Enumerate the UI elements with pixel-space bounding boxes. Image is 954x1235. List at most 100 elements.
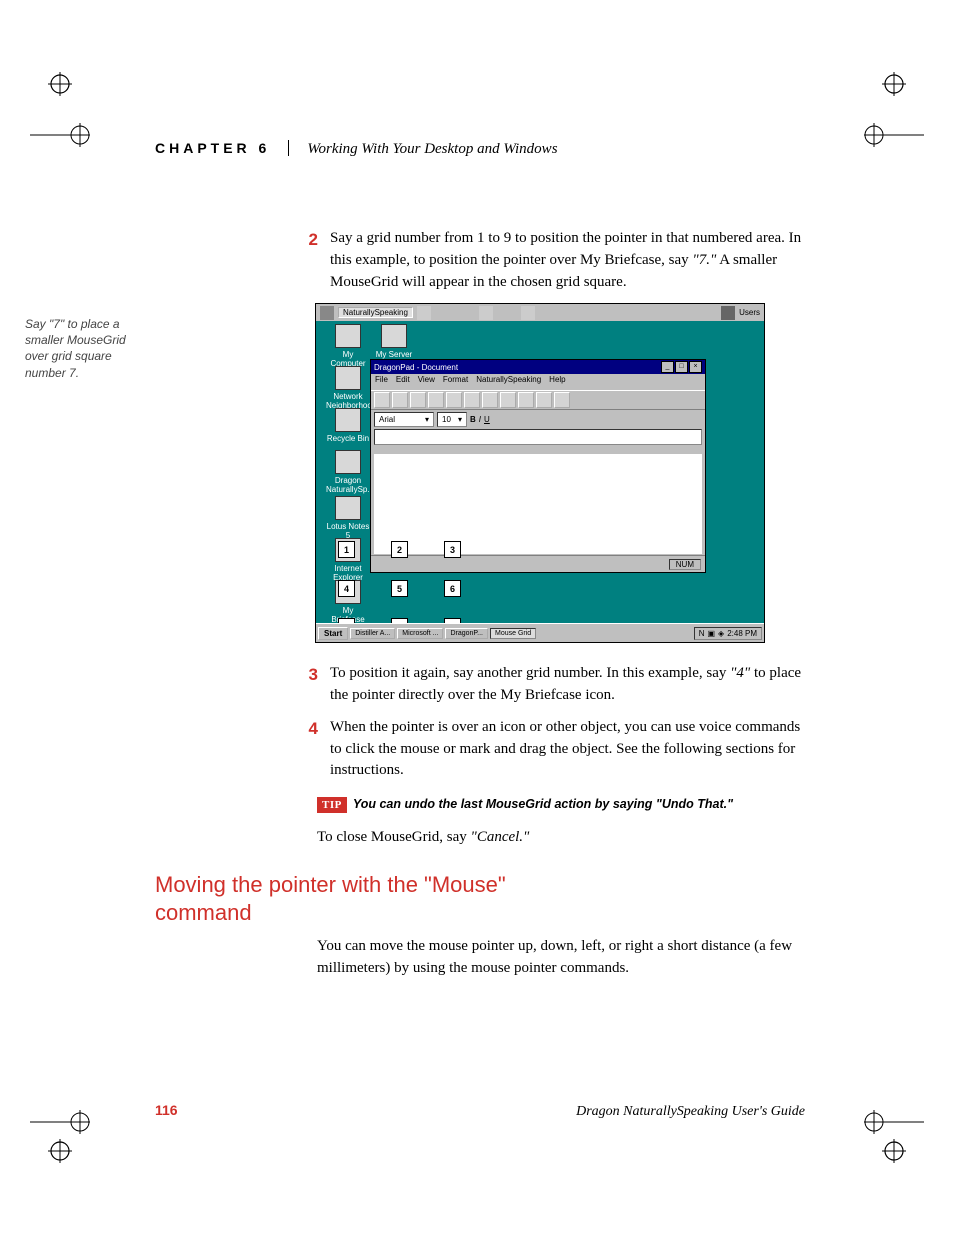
toolbar (371, 390, 705, 410)
num-indicator: NUM (669, 559, 701, 570)
icon-label: Dragon NaturallySp... (326, 476, 370, 494)
desktop-icon: Dragon NaturallySp... (326, 450, 370, 494)
mousegrid-cell-1: 1 (338, 541, 355, 558)
step-number: 4 (283, 717, 330, 782)
tray-icon (584, 627, 596, 639)
crop-mark-icon (48, 72, 72, 96)
crop-mark-icon (30, 1107, 90, 1137)
text: To position it again, say another grid n… (330, 665, 730, 681)
font-select: Arial▾ (374, 412, 434, 427)
page-footer: 116 Dragon NaturallySpeaking User's Guid… (155, 1102, 805, 1120)
menu-item: Edit (396, 375, 410, 389)
tip-callout: TIP You can undo the last MouseGrid actio… (317, 796, 805, 813)
crop-mark-icon (864, 120, 924, 150)
menu-item: Help (549, 375, 565, 389)
icon-image (335, 496, 361, 520)
margin-note: Say "7" to place a smaller MouseGrid ove… (25, 316, 145, 381)
crop-mark-icon (882, 72, 906, 96)
mousegrid-cell-5: 5 (391, 580, 408, 597)
crop-mark-icon (864, 1107, 924, 1137)
mousegrid-cell-3: 3 (444, 541, 461, 558)
menu-item: Format (443, 375, 468, 389)
tip-badge: TIP (317, 797, 347, 813)
close-icon: × (689, 361, 702, 373)
tool-icon (521, 306, 535, 320)
desktop-icon: Network Neighborhood (326, 366, 370, 410)
clock: 2:48 PM (727, 629, 757, 638)
tool-icon (417, 306, 431, 320)
mousegrid-cell-4: 4 (338, 580, 355, 597)
icon-image (335, 450, 361, 474)
mousegrid-cell-2: 2 (391, 541, 408, 558)
italic-icon: I (479, 415, 481, 424)
users-icon (721, 306, 735, 320)
section-heading: Moving the pointer with the "Mouse" comm… (155, 871, 555, 926)
tray-icon: ◈ (718, 629, 724, 638)
text: To close MouseGrid, say (317, 829, 471, 845)
step-2: 2 Say a grid number from 1 to 9 to posit… (283, 228, 805, 293)
step-4: 4 When the pointer is over an icon or ot… (283, 717, 805, 782)
tray-icon (570, 627, 582, 639)
running-header: CHAPTER 6 Working With Your Desktop and … (155, 140, 805, 158)
underline-icon: U (484, 415, 490, 424)
dragonpad-window: DragonPad - Document _□× File Edit View For… (370, 359, 706, 573)
status-bar: NUM (371, 555, 705, 572)
chapter-label: CHAPTER 6 (155, 140, 289, 156)
menu-item: View (418, 375, 435, 389)
menu-item: File (375, 375, 388, 389)
document-area (374, 454, 702, 554)
font-size: 10 (442, 415, 451, 424)
tray-icon (542, 627, 554, 639)
tip-text: You can undo the last MouseGrid action b… (353, 797, 733, 811)
title-bar: DragonPad - Document _□× (371, 360, 705, 374)
tray-icon (556, 627, 568, 639)
tool-icon (464, 392, 480, 408)
desktop-icon: My Computer (326, 324, 370, 368)
tool-icon (374, 392, 390, 408)
crop-mark-icon (30, 120, 90, 150)
dragon-bar: NaturallySpeaking Users (316, 304, 764, 321)
icon-image (335, 408, 361, 432)
taskbar: Start Distiller A...Microsoft ...DragonP… (316, 623, 764, 642)
ns-button: NaturallySpeaking (338, 307, 413, 318)
desktop-icon: Recycle Bin (326, 408, 370, 443)
system-tray: N ▣ ◈ 2:48 PM (694, 627, 762, 640)
ruler (374, 429, 702, 445)
step-body: To position it again, say another grid n… (330, 663, 805, 707)
mousegrid-cell-6: 6 (444, 580, 461, 597)
bold-icon: B (470, 415, 476, 424)
crop-mark-icon (48, 1139, 72, 1163)
tool-icon (410, 392, 426, 408)
tool-icon (518, 392, 534, 408)
tool-icon (392, 392, 408, 408)
tool-icon (446, 392, 462, 408)
crop-mark-icon (882, 1139, 906, 1163)
format-bar: Arial▾ 10▾ B I U (371, 410, 705, 428)
users-label: Users (739, 308, 760, 317)
tray-icon: ▣ (707, 629, 715, 638)
font-name: Arial (379, 415, 395, 424)
quoted-text: "7." (692, 252, 716, 268)
tray-icon (598, 627, 610, 639)
taskbar-button: Mouse Grid (490, 628, 536, 639)
tool-icon (500, 392, 516, 408)
size-select: 10▾ (437, 412, 467, 427)
icon-image (335, 324, 361, 348)
quoted-text: "4" (730, 665, 750, 681)
icon-image (335, 366, 361, 390)
menu-item: NaturallySpeaking (476, 375, 541, 389)
minimize-icon: _ (661, 361, 674, 373)
tool-icon (479, 306, 493, 320)
step-number: 3 (283, 663, 330, 707)
quoted-text: "Cancel." (471, 829, 530, 845)
desktop-icon: Lotus Notes 5 (326, 496, 370, 540)
taskbar-button: DragonP... (445, 628, 488, 639)
embedded-screenshot: NaturallySpeaking Users My ComputerMy Se… (315, 303, 765, 643)
chapter-title: Working With Your Desktop and Windows (307, 141, 557, 158)
paragraph: To close MouseGrid, say "Cancel." (317, 827, 805, 849)
icon-image (381, 324, 407, 348)
microphone-icon (320, 306, 334, 320)
step-body: Say a grid number from 1 to 9 to positio… (330, 228, 805, 293)
menu-bar: File Edit View Format NaturallySpeaking Help (371, 374, 705, 390)
icon-label: My Server (372, 350, 416, 359)
